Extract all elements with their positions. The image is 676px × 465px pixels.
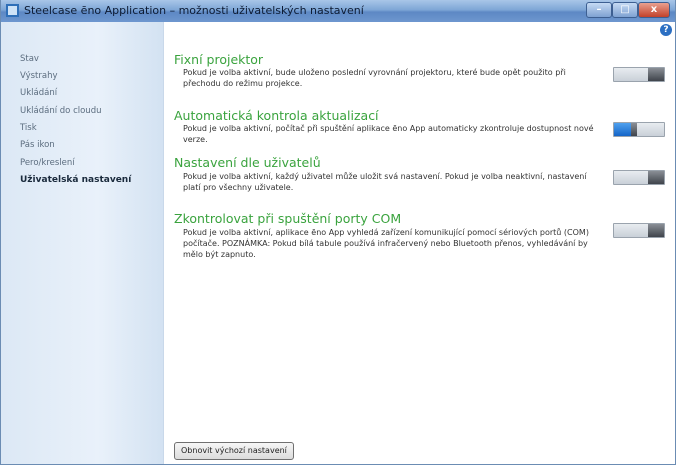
app-window: Steelcase ēno Application – možnosti uži…: [0, 0, 676, 465]
sidebar-item-pero-kresleni[interactable]: Pero/kreslení: [20, 158, 75, 168]
toggle-fill: [614, 123, 631, 136]
sidebar-item-pas-ikon[interactable]: Pás ikon: [20, 140, 55, 150]
close-button[interactable]: x: [638, 2, 670, 18]
toggle-knob: [648, 68, 664, 81]
toggle-per-user[interactable]: [613, 170, 665, 185]
toggle-knob: [648, 224, 664, 237]
sidebar-item-tisk[interactable]: Tisk: [20, 123, 37, 133]
toggle-knob: [648, 171, 664, 184]
toggle-fixed-projector[interactable]: [613, 67, 665, 82]
help-icon[interactable]: ?: [660, 24, 672, 36]
sidebar-item-ukladani[interactable]: Ukládání: [20, 88, 57, 98]
reset-defaults-button[interactable]: Obnovit výchozí nastavení: [174, 442, 294, 460]
setting-title-per-user: Nastavení dle uživatelů: [174, 155, 321, 170]
app-icon: [6, 4, 19, 17]
title-bar[interactable]: Steelcase ēno Application – možnosti uži…: [1, 0, 675, 22]
sidebar-item-vystrahy[interactable]: Výstrahy: [20, 71, 58, 81]
toggle-auto-update[interactable]: [613, 122, 665, 137]
sidebar-item-stav[interactable]: Stav: [20, 54, 39, 64]
sidebar-item-uzivatelska-nastaveni[interactable]: Uživatelská nastavení: [20, 175, 131, 185]
window-title: Steelcase ēno Application – možnosti uži…: [24, 4, 364, 17]
sidebar: Stav Výstrahy Ukládání Ukládání do cloud…: [1, 22, 164, 464]
minimize-button[interactable]: –: [586, 2, 612, 18]
setting-title-com-ports: Zkontrolovat při spuštění porty COM: [174, 211, 402, 226]
setting-desc-per-user: Pokud je volba aktivní, každý uživatel m…: [183, 172, 587, 192]
setting-desc-fixed-projector: Pokud je volba aktivní, bude uloženo pos…: [183, 68, 566, 88]
setting-title-auto-update: Automatická kontrola aktualizací: [174, 108, 379, 123]
sidebar-item-ukladani-cloud[interactable]: Ukládání do cloudu: [20, 106, 101, 116]
toggle-knob: [631, 123, 637, 136]
setting-title-fixed-projector: Fixní projektor: [174, 52, 264, 67]
maximize-button[interactable]: □: [612, 2, 638, 18]
setting-desc-com-ports: Pokud je volba aktivní, aplikace ēno App…: [183, 228, 589, 259]
toggle-com-ports[interactable]: [613, 223, 665, 238]
setting-desc-auto-update: Pokud je volba aktivní, počítač při spuš…: [183, 124, 594, 144]
